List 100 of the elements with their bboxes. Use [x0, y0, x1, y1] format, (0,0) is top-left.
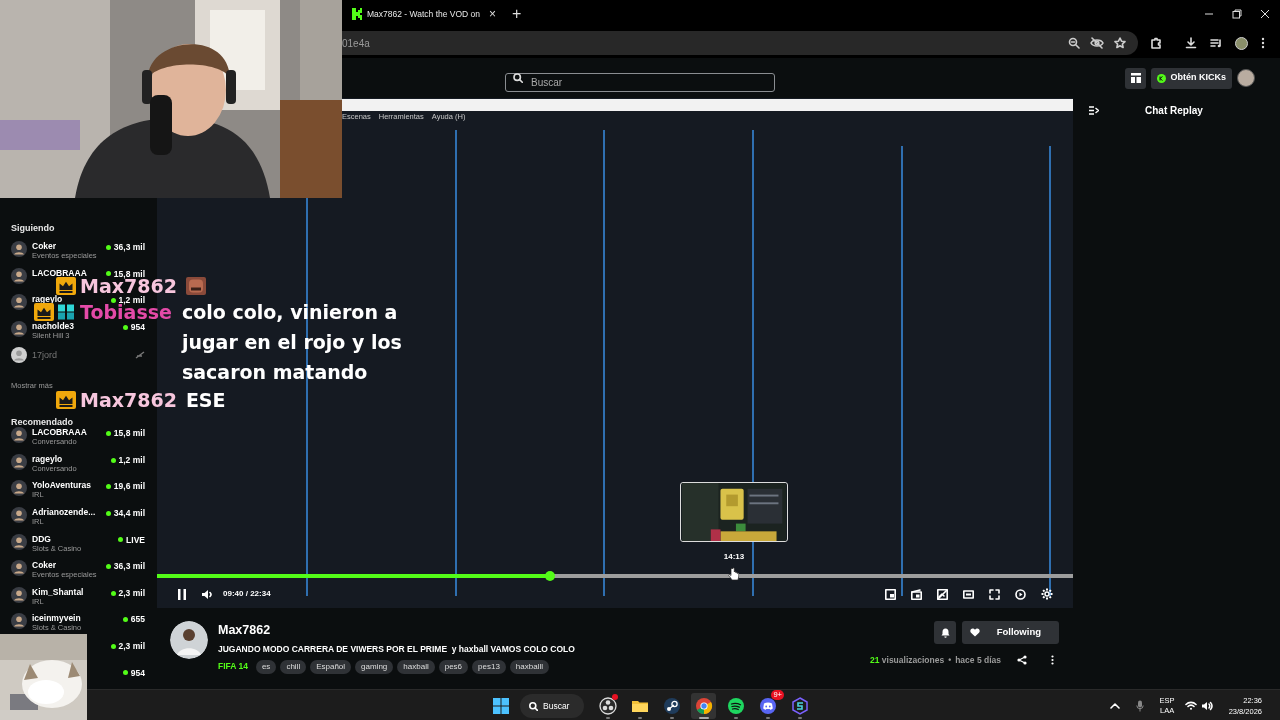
running-indicator	[733, 717, 738, 719]
progress-thumb[interactable]	[544, 571, 555, 581]
browser-icon	[694, 697, 713, 715]
restore-icon[interactable]	[1232, 9, 1242, 19]
coin-icon	[1157, 73, 1167, 83]
viewer-count: 954	[130, 320, 145, 334]
preview-time: 14:13	[723, 551, 745, 563]
windows-start-icon[interactable]	[493, 698, 509, 714]
channel-avatar[interactable]	[170, 621, 208, 659]
eye-slash-icon[interactable]	[1090, 37, 1104, 49]
new-tab-button[interactable]: +	[512, 2, 522, 26]
channel-name: nacholde3	[32, 320, 75, 331]
layout-button[interactable]	[1125, 67, 1147, 89]
tag[interactable]: pes13	[472, 659, 506, 674]
user-avatar[interactable]	[1237, 69, 1255, 87]
channel-name: iceinmyvein	[32, 613, 82, 624]
speaker-icon[interactable]	[1200, 700, 1213, 711]
viewer-count: 954	[130, 666, 145, 680]
circle-logo-icon	[598, 697, 617, 715]
running-indicator	[765, 717, 770, 719]
avatar-icon[interactable]	[11, 347, 27, 364]
section-heading: Recomendado	[11, 417, 74, 428]
taskbar-app[interactable]	[691, 693, 716, 719]
viewer-count: 2,3 mil	[118, 639, 145, 653]
tag[interactable]: Español	[310, 659, 352, 674]
theater-icon[interactable]	[963, 588, 974, 600]
stream-title: JUGANDO MODO CARRERA DE VIWERS POR EL PRIME y haxball VAMOS COLO COLO	[218, 642, 575, 656]
settings-icon[interactable]	[1041, 588, 1053, 600]
running-indicator	[605, 717, 610, 719]
speed-icon[interactable]	[1015, 588, 1026, 600]
viewer-count: 15,8 mil	[113, 427, 145, 440]
channel-name[interactable]: Max7862	[218, 621, 575, 640]
avatar-icon[interactable]	[11, 453, 27, 470]
avatar-icon[interactable]	[11, 480, 27, 497]
address-bar[interactable]: 01e4a	[342, 31, 1138, 55]
avatar-icon[interactable]	[11, 613, 27, 630]
image-off-icon[interactable]	[937, 588, 948, 600]
upload-age: hace 5 días	[955, 654, 1001, 667]
channel-name: YoloAventuras	[32, 480, 92, 491]
tag[interactable]: pes6	[438, 659, 469, 674]
tag[interactable]: gaming	[355, 659, 394, 674]
progress-track[interactable]	[157, 574, 1073, 578]
avatar-icon[interactable]	[11, 294, 27, 311]
channel-name: Coker	[32, 560, 58, 571]
og-badge-icon	[56, 303, 76, 321]
chat-username: Max7862	[80, 391, 177, 409]
crown-badge-icon	[56, 391, 76, 409]
tag[interactable]: es	[255, 659, 277, 674]
pause-icon[interactable]	[177, 588, 187, 600]
collapse-chat-icon[interactable]	[1089, 105, 1099, 115]
avatar-icon[interactable]	[11, 560, 27, 577]
separator-dot: •	[948, 654, 952, 667]
search-field[interactable]: Buscar	[505, 72, 775, 92]
tag[interactable]: haxball	[397, 659, 435, 674]
tab-title[interactable]: Max7862 - Watch the VOD on	[367, 7, 483, 21]
channel-name: LACOBRAAA	[32, 267, 87, 278]
avatar-icon[interactable]	[11, 267, 27, 284]
puzzle-icon[interactable]	[1150, 37, 1162, 49]
clip-icon[interactable]	[911, 588, 922, 600]
avatar-icon[interactable]	[11, 507, 27, 523]
notification-button[interactable]	[934, 621, 956, 644]
miniplayer-icon[interactable]	[885, 588, 896, 600]
viewer-count: 36,3 mil	[113, 241, 145, 254]
chevron-up-icon[interactable]	[1109, 702, 1120, 709]
search-icon	[529, 701, 538, 711]
download-icon[interactable]	[1185, 37, 1197, 49]
more-icon[interactable]	[1051, 655, 1054, 666]
url-text: 01e4a	[342, 36, 370, 51]
get-kicks-button[interactable]: Obtén KICKs	[1151, 67, 1232, 89]
steam-icon	[662, 697, 681, 715]
following-button[interactable]: Following	[962, 621, 1059, 644]
avatar-icon[interactable]	[11, 320, 27, 337]
channel-name: LACOBRAAA	[32, 427, 87, 438]
running-indicator	[797, 717, 802, 719]
playlist-icon[interactable]	[1210, 37, 1222, 49]
tag[interactable]: haxballl	[509, 659, 549, 674]
fullscreen-icon[interactable]	[989, 588, 1000, 600]
microphone-icon[interactable]	[1135, 699, 1144, 712]
chat-username: Tobiasse	[80, 303, 172, 321]
avatar-icon[interactable]	[11, 586, 27, 603]
profile-avatar[interactable]	[1235, 36, 1248, 50]
menu-icon[interactable]	[1261, 37, 1265, 49]
avatar-icon[interactable]	[11, 427, 27, 444]
section-heading: Siguiendo	[11, 222, 56, 235]
volume-icon[interactable]	[201, 588, 213, 600]
category-link[interactable]: FIFA 14	[218, 660, 248, 673]
channel-name: Coker	[32, 241, 58, 251]
chat-title: Chat Replay	[1145, 103, 1203, 118]
avatar-icon[interactable]	[11, 241, 27, 257]
zoom-icon[interactable]	[1068, 37, 1080, 49]
taskbar-search[interactable]: Buscar	[520, 694, 584, 718]
wifi-icon[interactable]	[1184, 701, 1197, 710]
chat-app-icon	[758, 697, 777, 715]
star-icon[interactable]	[1114, 37, 1126, 49]
tag[interactable]: chill	[280, 659, 307, 674]
avatar-icon[interactable]	[11, 533, 27, 550]
close-icon[interactable]	[1260, 9, 1270, 19]
share-icon[interactable]	[1017, 655, 1027, 666]
close-tab-button[interactable]: ×	[489, 5, 496, 23]
channel-name: Adrianozende...	[32, 507, 96, 517]
